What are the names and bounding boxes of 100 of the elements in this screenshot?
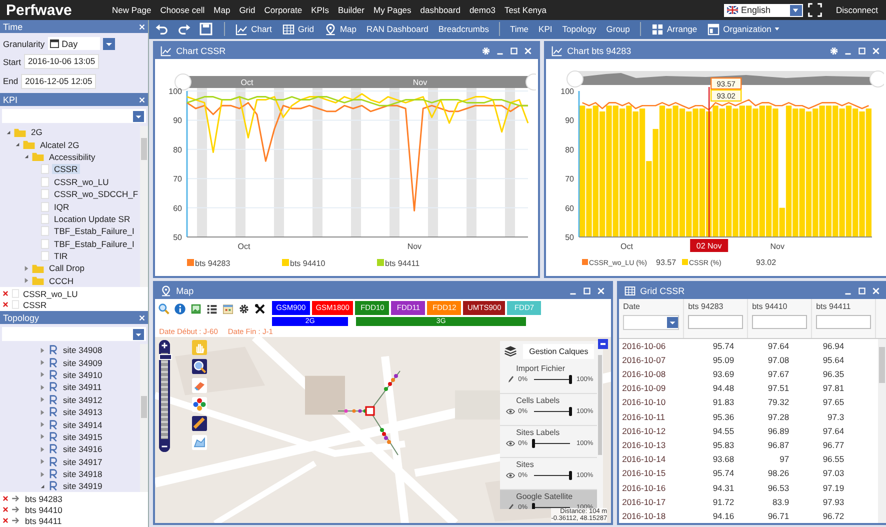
tree-item[interactable]: site 34910 [61, 370, 104, 380]
tree-item[interactable]: TBF_Estab_Failure_I [52, 238, 136, 249]
tree-item[interactable]: Location Update SR [52, 214, 132, 224]
expander-icon[interactable] [24, 278, 29, 284]
tree-item[interactable]: IQR [52, 202, 72, 212]
zoom-icon[interactable] [192, 358, 208, 374]
zoom-slider[interactable] [159, 340, 170, 452]
tree-item[interactable]: Call Drop [47, 263, 86, 274]
tree-item[interactable]: site 34914 [61, 420, 104, 430]
tree-item[interactable]: Alcatel 2G [38, 140, 82, 150]
date-input[interactable]: 2016-12-05 12:05 [21, 74, 96, 89]
maximize-icon[interactable] [857, 46, 868, 56]
toolbar-button[interactable]: Topology [559, 24, 600, 34]
menu-item[interactable]: Test Kenya [504, 5, 547, 15]
tree-item[interactable]: site 34909 [61, 358, 104, 368]
filter-input[interactable] [752, 314, 808, 329]
granularity-select[interactable]: Day [48, 37, 100, 50]
collapse-button[interactable] [598, 338, 608, 349]
language-select[interactable]: English [724, 4, 803, 16]
eye-icon[interactable] [506, 406, 516, 416]
filter-input[interactable] [816, 314, 872, 329]
expander-icon[interactable] [40, 410, 45, 415]
pencil-icon[interactable] [506, 502, 516, 509]
remove-icon[interactable] [3, 518, 8, 523]
column-header[interactable]: bts 94283 [688, 302, 744, 311]
menu-item[interactable]: KPIs [311, 5, 330, 15]
eye-icon[interactable] [506, 438, 516, 448]
remove-icon[interactable] [3, 496, 8, 501]
expander-icon[interactable] [40, 472, 45, 477]
tree-item[interactable]: site 34916 [61, 444, 104, 454]
tree-item[interactable]: TBF_Estab_Failure_I [52, 226, 136, 236]
expander-icon[interactable] [40, 434, 45, 440]
close-icon[interactable] [139, 24, 146, 30]
tree-item[interactable]: site 34913 [61, 407, 104, 418]
fullscreen-icon[interactable] [808, 3, 822, 17]
tree-item[interactable]: CSSR_wo_SDCCH_F [52, 189, 140, 200]
close-icon[interactable] [523, 46, 534, 56]
ruler-icon[interactable] [192, 416, 208, 431]
eye-icon[interactable] [506, 470, 516, 480]
dropdown-button[interactable] [102, 38, 115, 50]
info-icon[interactable] [174, 302, 186, 315]
expander-icon[interactable] [40, 372, 45, 378]
close-icon[interactable] [871, 46, 882, 56]
close-icon[interactable] [871, 286, 882, 296]
search-field[interactable] [2, 109, 146, 123]
toolbar-button[interactable]: Grid [278, 22, 317, 36]
menu-item[interactable]: Choose cell [160, 5, 205, 15]
column-header[interactable]: bts 94410 [752, 302, 808, 311]
expander-icon[interactable] [40, 484, 45, 489]
toolbar-button[interactable]: RAN Dashboard [364, 24, 432, 34]
tree-item[interactable]: CCCH [47, 276, 76, 286]
tree-item[interactable]: Accessibility [47, 152, 98, 162]
remove-icon[interactable] [3, 507, 8, 512]
tree-item[interactable]: site 34918 [61, 469, 104, 480]
tree-item[interactable]: site 34919 [61, 481, 104, 492]
menu-item[interactable]: Grid [239, 5, 256, 15]
tree-item[interactable]: site 34917 [61, 456, 104, 467]
close-icon[interactable] [139, 96, 146, 102]
filter-input[interactable] [688, 314, 744, 329]
toolbar-button[interactable]: Chart [232, 22, 275, 36]
close-icon[interactable] [596, 286, 606, 296]
list-icon[interactable] [206, 302, 218, 315]
expander-icon[interactable] [6, 130, 11, 135]
tree-item[interactable]: CSSR [52, 164, 80, 174]
date-input[interactable]: 2016-10-06 13:05 [24, 54, 100, 70]
tree-item[interactable]: TIR [52, 251, 70, 262]
menu-item[interactable]: My Pages [373, 5, 412, 15]
pencil-icon[interactable] [506, 374, 516, 384]
tree-item[interactable]: site 34908 [61, 345, 104, 356]
search-icon[interactable] [158, 302, 170, 315]
time-navigator[interactable] [566, 70, 884, 88]
expander-icon[interactable] [24, 154, 29, 160]
tree-item[interactable]: site 34915 [61, 432, 104, 442]
tree-item[interactable]: CSSR_wo_LU [52, 176, 111, 187]
menu-item[interactable]: Map [214, 5, 230, 15]
palette-icon[interactable] [192, 396, 208, 412]
scrollbar[interactable] [140, 126, 148, 287]
undo-icon[interactable] [155, 22, 170, 36]
tree-item[interactable]: site 34912 [61, 394, 104, 405]
maximize-icon[interactable] [509, 46, 520, 56]
menu-item[interactable]: dashboard [420, 5, 460, 15]
scrollbar[interactable] [878, 338, 886, 523]
settings-icon[interactable] [238, 302, 250, 315]
search-field[interactable] [2, 327, 146, 341]
remove-icon[interactable] [3, 302, 8, 307]
scrollbar[interactable] [598, 354, 602, 455]
scrollbar[interactable] [140, 344, 148, 492]
tree-item[interactable]: site 34911 [61, 382, 104, 392]
expander-icon[interactable] [40, 422, 45, 428]
tools-icon[interactable] [254, 302, 266, 315]
toolbar-button[interactable]: KPI [536, 24, 556, 34]
remove-icon[interactable] [3, 291, 8, 296]
filter-select[interactable] [623, 314, 680, 330]
expander-icon[interactable] [15, 142, 20, 148]
column-header[interactable]: bts 94411 [816, 302, 872, 311]
menu-item[interactable]: New Page [112, 5, 152, 15]
maximize-icon[interactable] [857, 286, 868, 296]
expander-icon[interactable] [40, 348, 45, 353]
toolbar-button[interactable]: Map [320, 22, 360, 36]
toolbar-button[interactable]: Time [506, 24, 532, 34]
